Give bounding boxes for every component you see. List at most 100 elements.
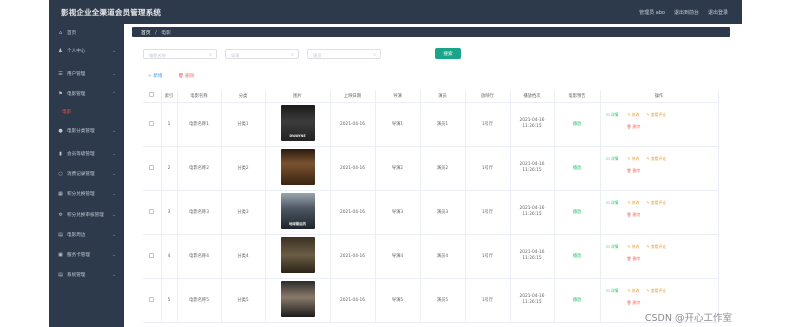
sidebar-item-movie-merch[interactable]: ▤ 电影周边 ⌄ — [49, 229, 124, 241]
row-select-cell[interactable] — [143, 102, 162, 147]
detail-button[interactable]: ⊡ 详情 — [607, 200, 619, 206]
column-header[interactable]: 电影预告 — [554, 90, 601, 103]
category-cell: 分类2 — [221, 146, 266, 191]
logout-link[interactable]: 退出登录 — [708, 9, 728, 16]
admin-user-link[interactable]: 管理员 abo — [639, 9, 665, 16]
sidebar-item-service-card[interactable]: ▣ 服务卡管理 ⌄ — [49, 249, 124, 261]
movie-poster-image: 地球最后的 — [280, 193, 315, 229]
breadcrumb: 首页 / 电影 — [132, 27, 730, 37]
row-select-cell[interactable] — [143, 190, 162, 235]
delete-button[interactable]: 🗑 删除 — [627, 168, 641, 174]
chevron-down-icon: ⌄ — [112, 151, 116, 157]
column-header[interactable]: 图片 — [265, 90, 331, 103]
view-comments-button[interactable]: ✎ 查看评论 — [647, 200, 667, 206]
back-to-frontend-link[interactable]: 退出到前台 — [674, 9, 699, 16]
movie-table: 索引 电影名称 分类 图片 上映日期 导演 演员 放映厅 播放档次 电影预告 操… — [143, 90, 719, 323]
delete-button[interactable]: 🗑 删除 — [627, 212, 641, 218]
checkbox[interactable] — [149, 252, 155, 258]
search-icon: ⌕ — [209, 52, 212, 58]
director-search-input[interactable]: 导演 ⌕ — [225, 49, 299, 59]
edit-button[interactable]: ✎ 修改 — [628, 200, 640, 206]
checkbox[interactable] — [149, 164, 155, 170]
view-comments-button[interactable]: ✎ 查看评论 — [647, 156, 667, 162]
category-cell: 分类1 — [221, 102, 266, 147]
sidebar-item-member-level[interactable]: ▮ 会员等级管理 ⌄ — [49, 148, 124, 160]
column-header[interactable]: 演员 — [420, 90, 466, 103]
column-header[interactable]: 放映厅 — [465, 90, 511, 103]
movie-poster-image: DWAYNE — [280, 105, 315, 141]
top-bar: 影视企业全渠道会员管理系统 管理员 abo 退出到前台 退出登录 — [49, 0, 742, 24]
sidebar-item-category-management[interactable]: ● 电影分类管理 ⌄ — [49, 125, 124, 137]
director-cell: 导演4 — [375, 234, 421, 279]
sidebar-item-label: 消费记录管理 — [67, 172, 95, 177]
poster-cell — [265, 278, 331, 323]
sidebar-item-points-exchange[interactable]: ▦ 积分兑换管理 ⌄ — [49, 188, 124, 200]
schedule-cell: 2021-04-16 11:26:15 — [510, 278, 555, 323]
poster-cell — [265, 146, 331, 191]
play-trailer-link[interactable]: 播放 — [573, 210, 582, 215]
sidebar-item-home[interactable]: ⌂ 首页 — [49, 27, 124, 39]
movie-poster-image — [280, 281, 315, 317]
checkbox[interactable] — [149, 296, 155, 302]
sidebar-item-system-management[interactable]: ▤ 系统管理 ⌄ — [49, 269, 124, 281]
detail-button[interactable]: ⊡ 详情 — [607, 112, 619, 118]
edit-button[interactable]: ✎ 修改 — [628, 156, 640, 162]
breadcrumb-home[interactable]: 首页 — [141, 31, 151, 36]
detail-button[interactable]: ⊡ 详情 — [607, 288, 619, 294]
sidebar-item-movie-management[interactable]: ⚑ 电影管理 ⌃ — [49, 88, 124, 100]
movie-name-cell: 电影名称3 — [177, 190, 222, 235]
delete-button[interactable]: 🗑 删除 — [627, 124, 641, 130]
breadcrumb-current: 电影 — [161, 31, 171, 36]
row-select-cell[interactable] — [143, 234, 162, 279]
detail-button[interactable]: ⊡ 详情 — [607, 244, 619, 250]
trailer-cell: 播放 — [554, 234, 601, 279]
movie-name-search-input[interactable]: 电影名称 ⌕ — [143, 49, 217, 59]
sidebar-item-personal-center[interactable]: ♟ 个人中心 ⌄ — [49, 45, 124, 57]
batch-delete-button[interactable]: 🗑 删除 — [178, 73, 194, 79]
checkbox[interactable] — [149, 92, 155, 98]
play-trailer-link[interactable]: 播放 — [573, 254, 582, 259]
edit-button[interactable]: ✎ 修改 — [628, 112, 640, 118]
sidebar-item-user-management[interactable]: ☰ 用户管理 ⌄ — [49, 68, 124, 80]
schedule-cell: 2021-04-16 11:26:15 — [510, 146, 555, 191]
row-select-cell[interactable] — [143, 146, 162, 191]
trailer-cell: 播放 — [554, 278, 601, 323]
detail-button[interactable]: ⊡ 详情 — [607, 156, 619, 162]
column-header[interactable]: 电影名称 — [177, 90, 222, 103]
column-header[interactable]: 上映日期 — [330, 90, 376, 103]
checkbox[interactable] — [149, 208, 155, 214]
sidebar-item-consumption-records[interactable]: ○ 消费记录管理 ⌄ — [49, 168, 124, 180]
play-trailer-link[interactable]: 播放 — [573, 166, 582, 171]
home-icon: ⌂ — [58, 30, 63, 36]
app-frame: 影视企业全渠道会员管理系统 管理员 abo 退出到前台 退出登录 ⌂ 首页 ♟ … — [49, 0, 742, 327]
sidebar-item-points-review[interactable]: ✲ 积分兑换审核管理 ⌄ — [49, 209, 124, 221]
app-title: 影视企业全渠道会员管理系统 — [61, 8, 162, 17]
movie-name-cell: 电影名称4 — [177, 234, 222, 279]
view-comments-button[interactable]: ✎ 查看评论 — [647, 244, 667, 250]
table-row: 4 电影名称4 分类4 2021-04-16 导演4 演员4 1号厅 2021-04-16 1… — [143, 234, 719, 279]
users-icon: ☰ — [58, 71, 63, 77]
category-cell: 分类4 — [221, 234, 266, 279]
edit-button[interactable]: ✎ 修改 — [628, 244, 640, 250]
column-header[interactable]: 分类 — [221, 90, 266, 103]
delete-button[interactable]: 🗑 删除 — [627, 300, 641, 306]
actor-search-input[interactable]: 演员 ⌕ — [307, 49, 381, 59]
add-button[interactable]: + 新增 — [148, 73, 163, 79]
chevron-down-icon: ⌄ — [112, 232, 116, 238]
view-comments-button[interactable]: ✎ 查看评论 — [647, 112, 667, 118]
column-header[interactable]: 播放档次 — [510, 90, 555, 103]
edit-button[interactable]: ✎ 修改 — [628, 288, 640, 294]
play-trailer-link[interactable]: 播放 — [573, 122, 582, 127]
table-header-row: 索引 电影名称 分类 图片 上映日期 导演 演员 放映厅 播放档次 电影预告 操… — [143, 90, 719, 103]
select-all-header[interactable] — [143, 90, 162, 103]
sidebar-subitem-movie[interactable]: 电影 — [62, 109, 71, 115]
column-header[interactable]: 导演 — [375, 90, 421, 103]
view-comments-button[interactable]: ✎ 查看评论 — [647, 288, 667, 294]
search-button[interactable]: 搜索 — [435, 48, 461, 59]
movie-poster-image — [280, 149, 315, 185]
play-trailer-link[interactable]: 播放 — [573, 298, 582, 303]
actor-cell: 演员5 — [420, 278, 466, 323]
checkbox[interactable] — [149, 120, 155, 126]
delete-button[interactable]: 🗑 删除 — [627, 256, 641, 262]
row-select-cell[interactable] — [143, 278, 162, 323]
